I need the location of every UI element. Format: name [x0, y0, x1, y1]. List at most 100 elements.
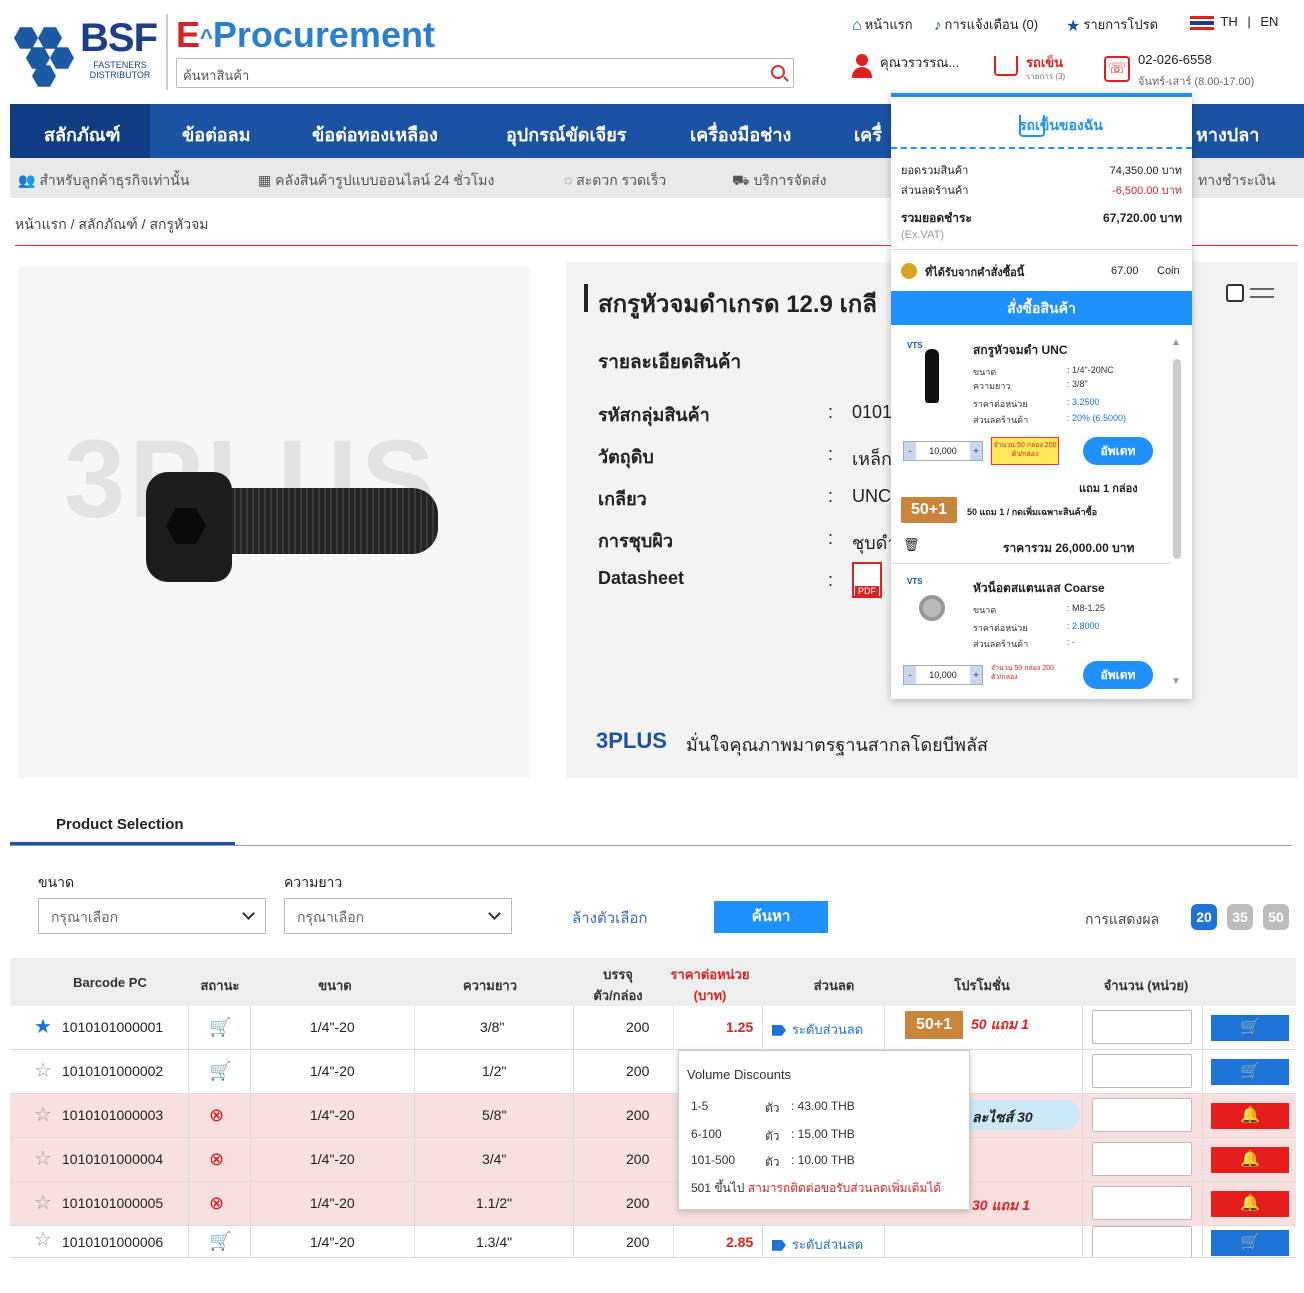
nav-item-air-fittings[interactable]: ข้อต่อลม [182, 120, 251, 149]
row-pack: 200 [626, 1195, 650, 1211]
page-size-50[interactable]: 50 [1263, 904, 1289, 930]
divider [1082, 1138, 1083, 1182]
length-filter-label: ความยาว [284, 874, 343, 890]
breadcrumb[interactable]: หน้าแรก / สลักภัณฑ์ / สกรูหัวจม [15, 214, 209, 236]
quantity-input[interactable] [1092, 1098, 1192, 1132]
spec-colon: : [828, 444, 834, 464]
row-length: 1.3/4" [476, 1234, 513, 1250]
star-outline-icon[interactable]: ☆ [34, 1193, 52, 1213]
notify-bell-button[interactable]: 🔔 [1211, 1191, 1289, 1217]
item-unit-price-value: : 3.2500 [1067, 397, 1100, 407]
search-icon[interactable] [771, 65, 785, 79]
discount-level-link[interactable]: ระดับส่วนลด [772, 1234, 863, 1255]
phone-contact[interactable]: ☏ 02-026-6558 จันทร์-เสาร์ (8.00-17.00) [1104, 52, 1284, 90]
item-thumbnail[interactable] [919, 595, 945, 621]
item-name[interactable]: สกรูหัวจมดำ UNC [973, 341, 1068, 360]
discount-level-link[interactable]: ระดับส่วนลด [772, 1019, 863, 1040]
add-to-cart-button[interactable]: 🛒 [1211, 1015, 1289, 1041]
page-size-35[interactable]: 35 [1227, 904, 1253, 930]
divider [188, 1094, 189, 1138]
scroll-down-icon[interactable]: ▼ [1171, 676, 1181, 687]
add-to-cart-button[interactable]: 🛒 [1211, 1230, 1289, 1256]
thai-flag-icon [1190, 15, 1214, 30]
nav-item-brass-fittings[interactable]: ข้อต่อทองเหลือง [312, 120, 438, 149]
cart-icon [994, 56, 1018, 76]
divider [573, 1094, 574, 1138]
star-outline-icon[interactable]: ☆ [34, 1105, 52, 1125]
quantity-input[interactable] [1092, 1054, 1192, 1088]
product-image[interactable]: 3PLUS [18, 266, 530, 778]
nav-item-fasteners[interactable]: สลักภัณฑ์ [44, 120, 120, 149]
search-button[interactable]: ค้นหา [714, 901, 828, 933]
volume-note: 501 ขึ้นไป สามารถติดต่อขอรับส่วนลดเพิ่มเ… [691, 1179, 941, 1198]
item-thumbnail[interactable] [925, 349, 939, 403]
lang-th[interactable]: TH [1220, 14, 1237, 29]
scroll-up-icon[interactable]: ▲ [1171, 337, 1181, 348]
nav-item-hand-tools[interactable]: เครื่องมือช่าง [690, 120, 791, 149]
promo-badge: 50+1 [905, 1011, 963, 1039]
quantity-stepper[interactable]: - 10,000 + [903, 665, 983, 685]
search-input[interactable]: ค้นหาสินค้า [176, 58, 794, 88]
cart-count: รายการ (3) [1026, 72, 1066, 81]
col-status: สถานะ [200, 978, 240, 993]
quantity-input[interactable] [1092, 1186, 1192, 1220]
notify-bell-button[interactable]: 🔔 [1211, 1147, 1289, 1173]
col-price: ราคาต่อหน่วย (บาท) [660, 964, 760, 1006]
star-filled-icon[interactable]: ★ [34, 1017, 52, 1037]
qty-minus-button[interactable]: - [904, 442, 916, 460]
quantity-stepper[interactable]: - 10,000 + [903, 441, 983, 461]
compare-icon[interactable] [1250, 288, 1274, 298]
item-size-value: : M8-1.25 [1067, 603, 1106, 613]
size-select[interactable]: กรุณาเลือก [38, 898, 266, 934]
tier-unit: ตัว [765, 1155, 780, 1169]
divider [1082, 1094, 1083, 1138]
compare-checkbox[interactable] [1226, 284, 1244, 302]
item-size-value: : 1/4"-20NC [1067, 365, 1114, 375]
scroll-thumb[interactable] [1173, 359, 1181, 559]
clear-filters-link[interactable]: ล้างตัวเลือก [572, 906, 648, 930]
star-outline-icon[interactable]: ☆ [34, 1061, 52, 1081]
logo[interactable]: BSF FASTENERS DISTRIBUTOR [0, 0, 160, 95]
trash-icon[interactable]: 🗑 [903, 537, 920, 553]
update-button[interactable]: อัพเดท [1083, 437, 1153, 465]
quantity-input[interactable] [1092, 1142, 1192, 1176]
quantity-input[interactable] [1092, 1226, 1192, 1257]
contact-discount-link[interactable]: สามารถติดต่อขอรับส่วนลดเพิ่มเติมได้ [748, 1181, 941, 1195]
tag-icon [772, 1239, 786, 1251]
pdf-icon[interactable] [852, 562, 882, 598]
order-button[interactable]: สั่งซื้อสินค้า [891, 291, 1192, 325]
row-length: 3/8" [480, 1019, 505, 1035]
notify-bell-button[interactable]: 🔔 [1211, 1103, 1289, 1129]
qty-plus-button[interactable]: + [970, 666, 982, 684]
item-length-label: ความยาว [973, 381, 1011, 391]
topnav-notifications[interactable]: ♪ การแจ้งเตือน (0) [934, 14, 1038, 35]
lang-en[interactable]: EN [1260, 14, 1278, 29]
row-size: 1/4"-20 [310, 1151, 355, 1167]
update-button[interactable]: อัพเดท [1083, 661, 1153, 689]
topnav-favorites[interactable]: ★ รายการโปรด [1066, 14, 1158, 36]
size-select-value: กรุณาเลือก [51, 909, 119, 925]
topnav-home[interactable]: ⌂ หน้าแรก [852, 14, 913, 35]
nav-item-more[interactable]: เครื่ [854, 120, 882, 149]
star-outline-icon[interactable]: ☆ [34, 1230, 52, 1250]
length-select[interactable]: กรุณาเลือก [284, 898, 512, 934]
tab-product-selection[interactable]: Product Selection [56, 816, 184, 833]
warehouse-icon: ▦ [258, 172, 272, 188]
page-size-20[interactable]: 20 [1191, 904, 1217, 930]
nav-item-abrasives[interactable]: อุปกรณ์ขัดเจียร [506, 120, 626, 149]
item-name[interactable]: หัวน็อตสแตนเลส Coarse [973, 579, 1105, 598]
quantity-input[interactable] [1092, 1010, 1192, 1044]
tier-price: : 43.00 THB [791, 1099, 855, 1113]
divider [414, 1224, 415, 1257]
cart-scrollbar[interactable]: ▲ ▼ [1171, 337, 1183, 687]
star-icon: ★ [1066, 17, 1081, 35]
item-store-disc-value: : 20% (6.5000) [1067, 413, 1127, 423]
star-outline-icon[interactable]: ☆ [34, 1149, 52, 1169]
row-pack: 200 [626, 1107, 650, 1123]
qty-plus-button[interactable]: + [970, 442, 982, 460]
qty-minus-button[interactable]: - [904, 666, 916, 684]
add-to-cart-button[interactable]: 🛒 [1211, 1059, 1289, 1085]
nav-item-cable-lugs[interactable]: หางปลา [1196, 120, 1259, 149]
cart-link[interactable]: รถเข็น รายการ (3) [994, 52, 1084, 86]
item-brand: VTS [907, 341, 923, 350]
